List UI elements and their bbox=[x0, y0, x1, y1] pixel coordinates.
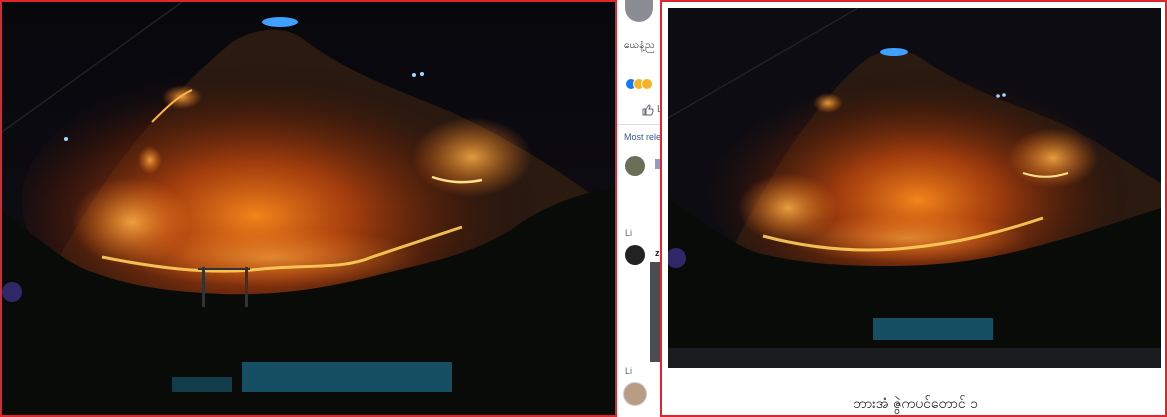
user-avatar[interactable] bbox=[623, 382, 647, 406]
comment-image-thumbnail[interactable] bbox=[650, 262, 660, 362]
commenter-avatar-2[interactable] bbox=[625, 245, 645, 265]
reply-like-link[interactable]: Li bbox=[625, 366, 632, 376]
fire-mountain-photo-2 bbox=[668, 8, 1161, 368]
comment-like-link[interactable]: Li bbox=[625, 228, 632, 238]
fire-mountain-photo bbox=[2, 2, 615, 415]
divider bbox=[617, 124, 660, 125]
commenter-name-2[interactable]: z bbox=[655, 248, 660, 258]
page-name[interactable]: ယေနံ့ည bbox=[624, 38, 655, 53]
left-photo-panel bbox=[0, 0, 617, 417]
wow-reaction-icon bbox=[641, 78, 653, 90]
right-photo-panel: ဘားအံ ဇွဲကပင်တောင် ၁ bbox=[660, 0, 1167, 417]
social-feed-strip: ယေနံ့ည Li Most relev Li z Li bbox=[617, 0, 660, 417]
comments-filter[interactable]: Most relev bbox=[624, 132, 660, 142]
commenter-avatar[interactable] bbox=[625, 156, 645, 176]
like-thumb-icon[interactable] bbox=[642, 104, 654, 116]
photo-caption: ဘားအံ ဇွဲကပင်တောင် ၁ bbox=[853, 396, 978, 412]
page-avatar[interactable] bbox=[625, 0, 653, 22]
